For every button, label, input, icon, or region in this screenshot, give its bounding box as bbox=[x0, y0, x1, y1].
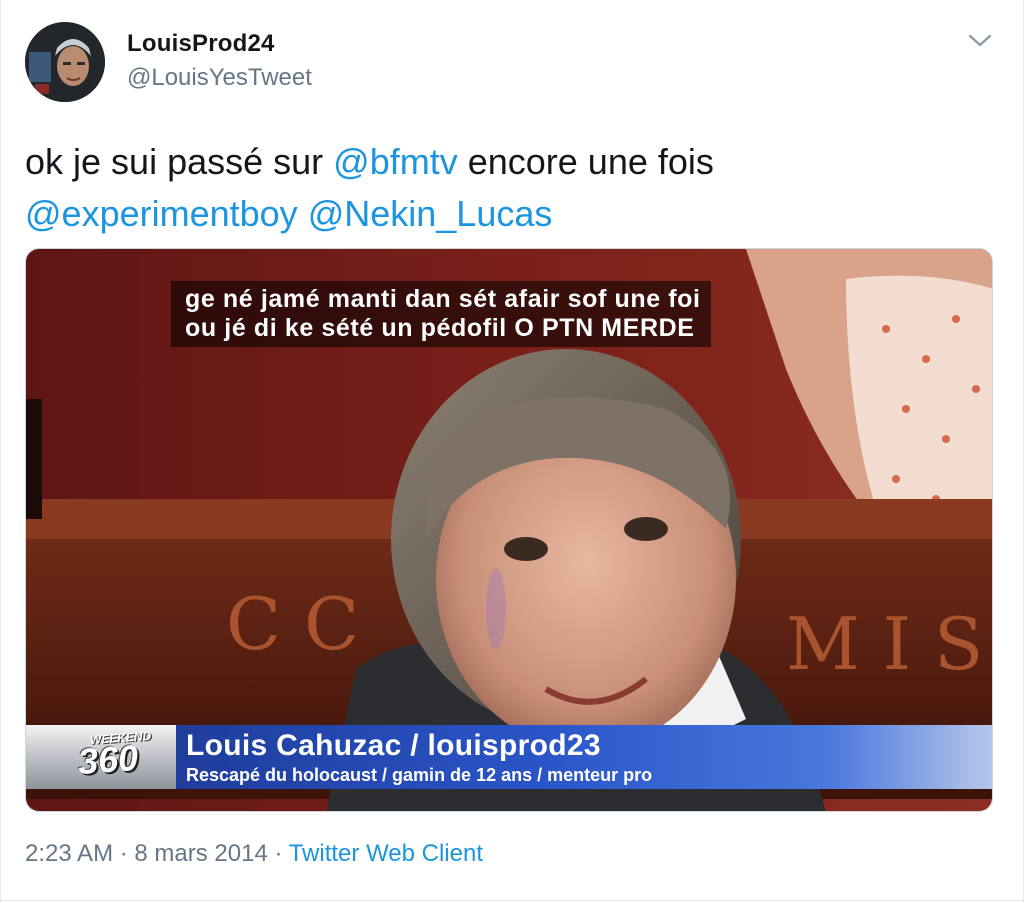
meta-separator: · bbox=[119, 840, 128, 867]
video-subtitle: ge né jamé manti dan sét afair sof une f… bbox=[171, 281, 711, 347]
news-lower-third: WEEKEND 360 Louis Cahuzac / louisprod23 … bbox=[26, 725, 992, 789]
divider bbox=[1, 900, 1024, 901]
mention-bfmtv[interactable]: @bfmtv bbox=[333, 141, 458, 182]
mention-nekin-lucas[interactable]: @Nekin_Lucas bbox=[308, 193, 553, 234]
mention-experimentboy[interactable]: @experimentboy bbox=[25, 193, 298, 234]
tweet-meta: 2:23 AM · 8 mars 2014 · Twitter Web Clie… bbox=[25, 840, 483, 868]
tweet-image[interactable]: C C M I S ge né jamé manti dan sét afair… bbox=[25, 248, 993, 812]
wall-letters-left: C C bbox=[226, 582, 359, 666]
meta-separator: · bbox=[274, 840, 283, 867]
subtitle-line-1: ge né jamé manti dan sét afair sof une f… bbox=[185, 285, 701, 313]
tweet-time[interactable]: 2:23 AM bbox=[25, 840, 113, 867]
avatar[interactable] bbox=[25, 22, 105, 102]
tweet-text: ok je sui passé sur @bfmtv encore une fo… bbox=[25, 136, 985, 240]
lower-third-title: Louis Cahuzac / louisprod23 bbox=[186, 729, 601, 762]
tweet-text-part: ok je sui passé sur bbox=[25, 141, 334, 182]
subtitle-line-2: ou jé di ke sété un pédofil O PTN MERDE bbox=[185, 314, 695, 342]
wall-letters-right: M I S bbox=[786, 602, 983, 686]
lower-third-subtitle: Rescapé du holocaust / gamin de 12 ans /… bbox=[186, 765, 653, 785]
tweet-date[interactable]: 8 mars 2014 bbox=[134, 840, 267, 867]
360-logo: 360 bbox=[76, 736, 140, 783]
chevron-down-icon[interactable] bbox=[967, 30, 993, 50]
tweet-text-part: encore une fois bbox=[457, 141, 714, 182]
display-name[interactable]: LouisProd24 bbox=[127, 30, 275, 58]
user-handle[interactable]: @LouisYesTweet bbox=[127, 64, 312, 92]
tweet-card: LouisProd24 @LouisYesTweet ok je sui pas… bbox=[0, 0, 1024, 903]
tweet-client-link[interactable]: Twitter Web Client bbox=[289, 840, 483, 867]
